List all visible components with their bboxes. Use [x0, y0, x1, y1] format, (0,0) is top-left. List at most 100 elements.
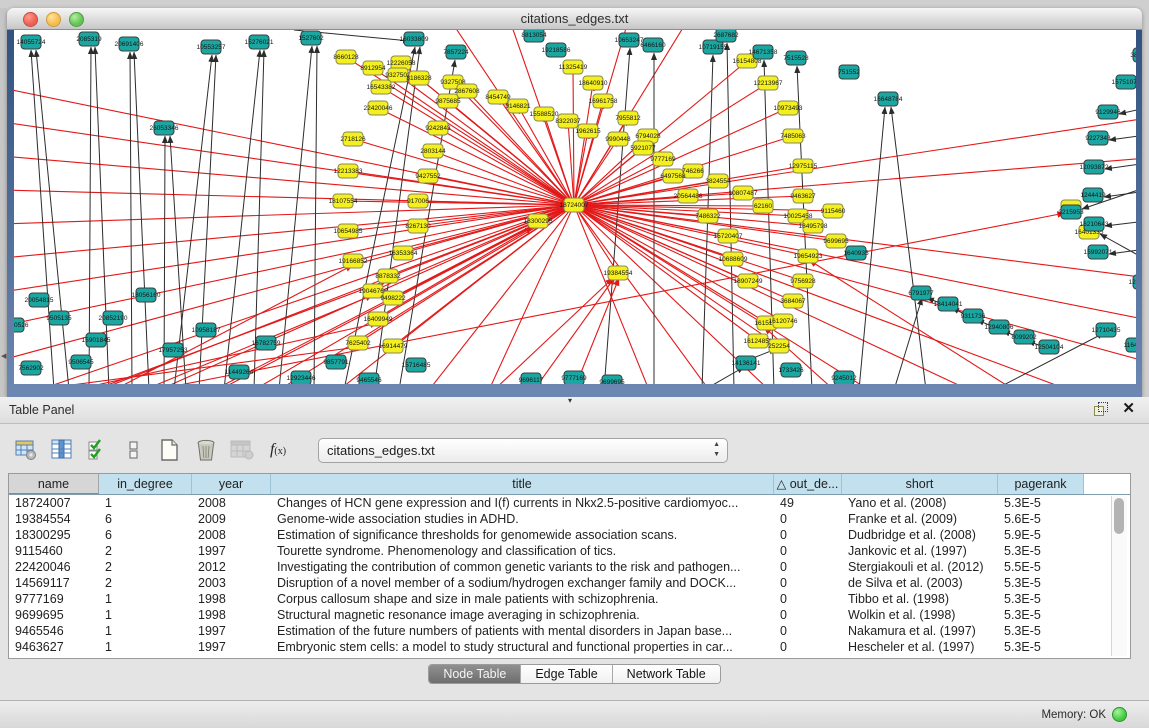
- graph-node[interactable]: 9756928: [790, 274, 816, 288]
- graph-node[interactable]: 9465546: [356, 373, 382, 384]
- graph-node[interactable]: 917006: [407, 194, 429, 208]
- tab-edge-table[interactable]: Edge Table: [521, 665, 612, 683]
- graph-node[interactable]: 9699695: [599, 375, 625, 384]
- table-scrollbar[interactable]: [1111, 496, 1127, 656]
- graph-node[interactable]: 16120746: [769, 314, 798, 328]
- graph-node[interactable]: 8878332: [375, 269, 401, 283]
- clear-selection-button[interactable]: [120, 435, 148, 465]
- graph-node[interactable]: 3813054: [1130, 48, 1136, 62]
- graph-node[interactable]: 1640935: [843, 246, 869, 260]
- graph-node[interactable]: 14055724: [17, 35, 46, 49]
- float-panel-icon[interactable]: [1094, 402, 1108, 416]
- column-header-title[interactable]: title: [271, 474, 774, 494]
- graph-node[interactable]: 1962615: [575, 124, 601, 138]
- graph-node[interactable]: 15751074: [1112, 75, 1136, 89]
- graph-node[interactable]: 19218586: [542, 43, 571, 57]
- delete-column-button[interactable]: [192, 435, 220, 465]
- graph-node[interactable]: 8186328: [406, 71, 432, 85]
- table-row[interactable]: 1938455462009Genome-wide association stu…: [9, 511, 1130, 527]
- table-row[interactable]: 911546021997Tourette syndrome. Phenomeno…: [9, 543, 1130, 559]
- graph-node[interactable]: 16210643: [1080, 217, 1109, 231]
- scrollbar-thumb[interactable]: [1114, 498, 1124, 534]
- graph-node[interactable]: 10553257: [197, 40, 226, 54]
- network-window-titlebar[interactable]: citations_edges.txt: [7, 8, 1142, 30]
- graph-node[interactable]: 9463627: [790, 189, 816, 203]
- graph-node[interactable]: 6466160: [640, 38, 666, 52]
- table-row[interactable]: 1456911722003Disruption of a novel membe…: [9, 575, 1130, 591]
- apply-selection-button[interactable]: [84, 435, 112, 465]
- graph-node[interactable]: 18056160: [132, 288, 161, 302]
- function-builder-button[interactable]: f(x): [264, 435, 292, 465]
- graph-node[interactable]: 62160: [753, 199, 773, 213]
- table-row[interactable]: 1830029562008Estimation of significance …: [9, 527, 1130, 543]
- citation-network-graph[interactable]: 1872400786601288912954122260589327503165…: [14, 30, 1136, 384]
- splitter-handle-icon[interactable]: ▾: [568, 396, 572, 405]
- graph-node[interactable]: 1733426: [778, 363, 804, 377]
- graph-node[interactable]: 9696117: [519, 373, 544, 384]
- graph-node[interactable]: 19166852: [339, 254, 368, 268]
- graph-node[interactable]: 1244419: [1080, 188, 1106, 202]
- table-row[interactable]: 946362711997Embryonic stem cells: a mode…: [9, 639, 1130, 655]
- graph-node[interactable]: 9505135: [46, 311, 72, 325]
- graph-node[interactable]: 18495798: [799, 219, 828, 233]
- graph-node[interactable]: 2085319: [76, 32, 102, 46]
- graph-node[interactable]: 7486322: [695, 209, 721, 223]
- table-select-dropdown[interactable]: citations_edges.txt ▲▼: [318, 438, 728, 463]
- graph-node[interactable]: 8454749: [485, 90, 511, 104]
- graph-node[interactable]: 9498222: [380, 291, 406, 305]
- graph-node[interactable]: 20054815: [25, 293, 54, 307]
- graph-node[interactable]: 2803144: [420, 144, 446, 158]
- graph-node[interactable]: 18640910: [579, 76, 608, 90]
- graph-node[interactable]: 26260526: [14, 318, 29, 332]
- graph-node[interactable]: 8267130: [405, 219, 431, 233]
- graph-node[interactable]: 3684067: [780, 294, 806, 308]
- graph-node[interactable]: 15276021: [245, 35, 274, 49]
- graph-node[interactable]: 8099202: [1011, 330, 1037, 344]
- graph-node[interactable]: 12104351: [1129, 275, 1136, 289]
- graph-node[interactable]: 16961758: [589, 94, 618, 108]
- graph-node[interactable]: 9699695: [823, 234, 849, 248]
- graph-node[interactable]: 3215953: [1058, 205, 1084, 219]
- graph-node[interactable]: 7562902: [18, 361, 44, 375]
- graph-node[interactable]: 9129946: [1095, 105, 1121, 119]
- column-header-in_degree[interactable]: in_degree: [99, 474, 192, 494]
- graph-node[interactable]: 3824554: [705, 174, 731, 188]
- graph-node[interactable]: 12213383: [334, 164, 363, 178]
- network-canvas[interactable]: 1872400786601288912954122260589327503165…: [14, 30, 1136, 384]
- graph-node[interactable]: 20852190: [99, 311, 128, 325]
- graph-node[interactable]: 6497568: [660, 169, 686, 183]
- close-panel-icon[interactable]: ✕: [1122, 402, 1135, 416]
- graph-node[interactable]: 1164518: [1124, 338, 1136, 352]
- select-column-button[interactable]: [48, 435, 76, 465]
- collapse-panel-arrow-icon[interactable]: ◀: [1, 352, 6, 360]
- graph-node[interactable]: 9311736: [961, 309, 986, 323]
- graph-node[interactable]: 12710435: [1092, 323, 1121, 337]
- graph-node[interactable]: 20691406: [115, 37, 144, 51]
- graph-node[interactable]: 12504104: [1035, 340, 1064, 354]
- column-header-pagerank[interactable]: pagerank: [998, 474, 1084, 494]
- graph-node[interactable]: 9990448: [605, 132, 631, 146]
- graph-node[interactable]: 7955812: [615, 111, 641, 125]
- graph-node[interactable]: 12923446: [287, 371, 316, 384]
- table-row[interactable]: 946554611997Estimation of the future num…: [9, 623, 1130, 639]
- graph-node[interactable]: 8813054: [521, 30, 547, 42]
- graph-node[interactable]: 6791977: [908, 286, 934, 300]
- table-row[interactable]: 2242004622012Investigating the contribut…: [9, 559, 1130, 575]
- graph-node[interactable]: 14136141: [732, 356, 761, 370]
- graph-node[interactable]: 9857791: [323, 355, 349, 369]
- graph-node[interactable]: 10688609: [719, 252, 748, 266]
- graph-node[interactable]: 9245012: [831, 371, 857, 384]
- graph-node[interactable]: 9115460: [821, 204, 846, 218]
- table-row[interactable]: 977716911998Corpus callosum shape and si…: [9, 591, 1130, 607]
- graph-node[interactable]: 751552: [838, 65, 860, 79]
- graph-node[interactable]: 12940806: [985, 320, 1014, 334]
- column-header-out_degree[interactable]: △ out_de...: [774, 474, 842, 494]
- graph-node[interactable]: 9777169: [650, 152, 676, 166]
- column-header-name[interactable]: name: [9, 474, 99, 494]
- table-settings-button[interactable]: [12, 435, 40, 465]
- graph-node[interactable]: 8660128: [333, 50, 359, 64]
- graph-node[interactable]: 7857224: [443, 45, 469, 59]
- graph-node[interactable]: 18414041: [934, 297, 963, 311]
- graph-node[interactable]: 7485063: [780, 129, 806, 143]
- graph-node[interactable]: 7625402: [345, 336, 371, 350]
